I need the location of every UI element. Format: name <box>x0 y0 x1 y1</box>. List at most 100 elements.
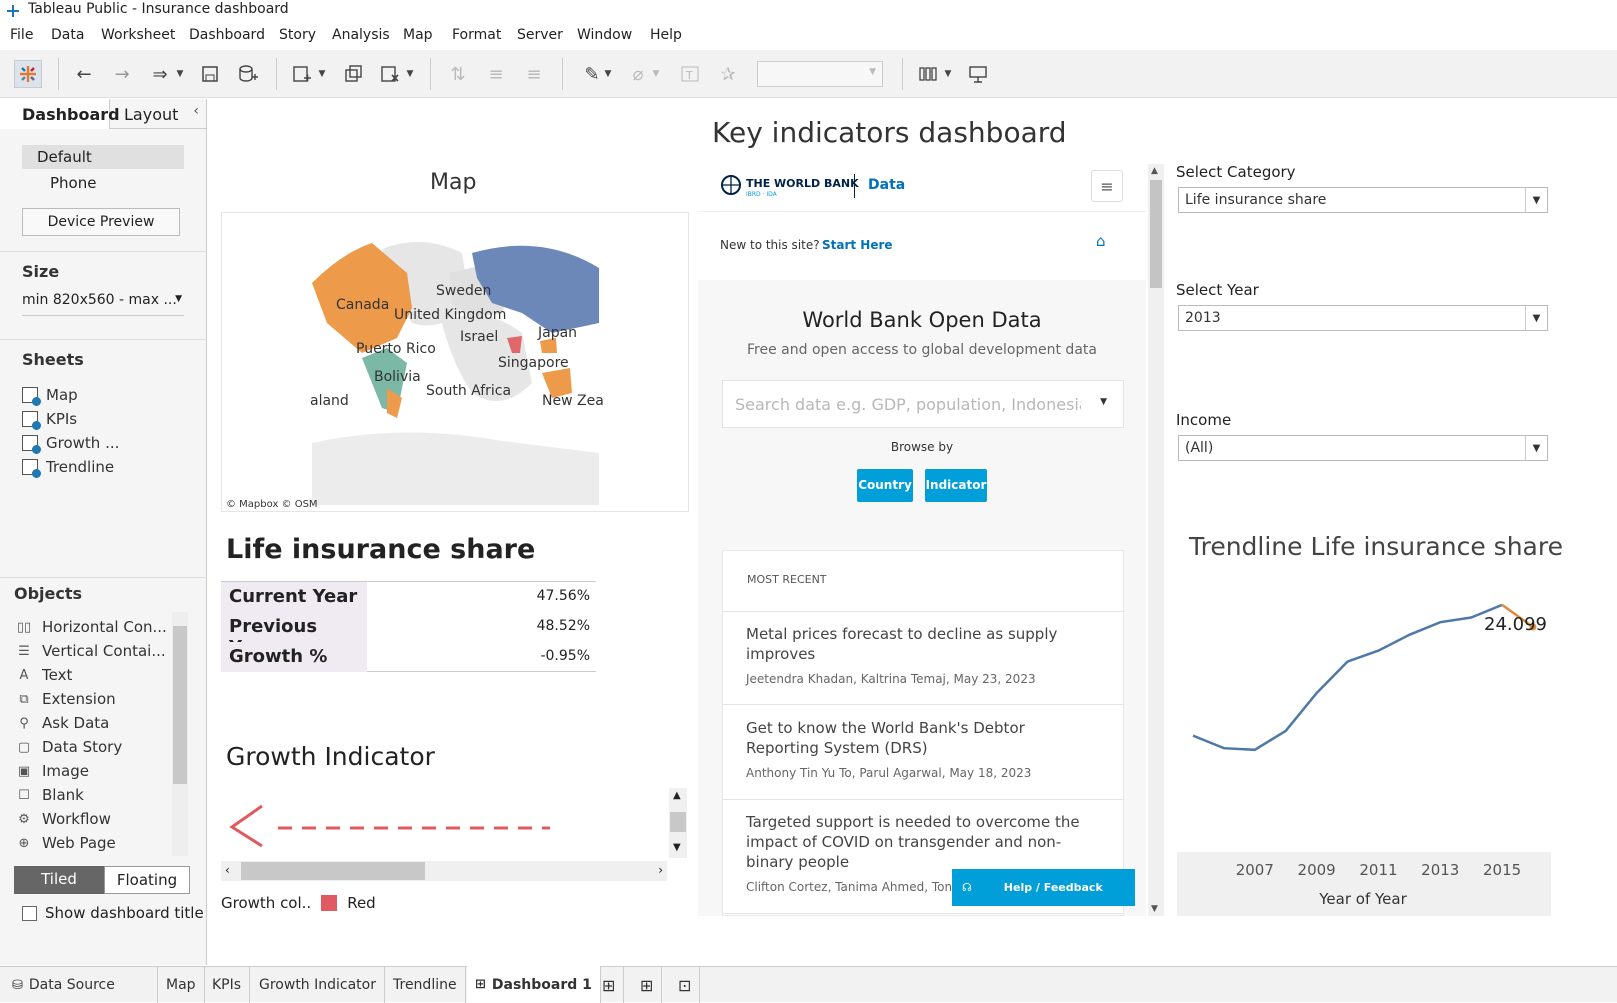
growth-vertical-scrollbar[interactable]: ▲ ▼ <box>669 788 687 858</box>
object-blank[interactable]: ☐ Blank <box>16 786 84 804</box>
wb-search-dropdown-icon[interactable]: ▼ <box>1100 397 1107 407</box>
undo-icon[interactable]: ← <box>70 60 98 88</box>
growth-hscroll-thumb[interactable] <box>241 862 425 880</box>
map-view[interactable]: Sweden Canada United Kingdom Japan Israe… <box>221 212 689 512</box>
menu-dashboard[interactable]: Dashboard <box>189 27 265 43</box>
webpage-scroll-down-icon[interactable]: ▼ <box>1151 904 1158 914</box>
sort-ascending-icon[interactable]: ≡ <box>482 60 510 88</box>
show-cards-icon[interactable] <box>914 60 942 88</box>
menu-data[interactable]: Data <box>51 27 84 43</box>
webpage-scrollbar-thumb[interactable] <box>1150 180 1162 288</box>
growth-horizontal-scrollbar[interactable]: ‹ › <box>221 861 667 881</box>
scroll-right-icon[interactable]: › <box>658 863 663 877</box>
objects-scrollbar-thumb[interactable] <box>173 626 187 784</box>
object-image[interactable]: ▣ Image <box>16 762 89 780</box>
size-dropdown[interactable]: min 820x560 - max ... ▼ <box>22 292 184 316</box>
new-worksheet-tab-icon[interactable]: ⊞ <box>594 967 625 1003</box>
device-default[interactable]: Default <box>22 145 184 169</box>
webpage-scrollbar[interactable]: ▲ ▼ <box>1148 164 1164 916</box>
highlight-dropdown-icon[interactable]: ▼ <box>600 60 616 88</box>
group-dropdown-icon[interactable]: ▼ <box>648 60 664 88</box>
presentation-mode-icon[interactable] <box>964 60 992 88</box>
scroll-up-icon[interactable]: ▲ <box>673 790 681 801</box>
sort-descending-icon[interactable]: ≡ <box>520 60 548 88</box>
new-worksheet-icon[interactable] <box>288 60 316 88</box>
menu-analysis[interactable]: Analysis <box>332 27 390 43</box>
new-datasource-icon[interactable] <box>234 60 262 88</box>
labels-icon[interactable]: T <box>676 60 704 88</box>
show-title-option[interactable]: Show dashboard title <box>22 904 204 922</box>
object-ask-data[interactable]: ⚲ Ask Data <box>16 714 109 732</box>
save-icon[interactable] <box>196 60 224 88</box>
show-title-checkbox[interactable] <box>22 905 37 921</box>
wb-news-title[interactable]: Get to know the World Bank's Debtor Repo… <box>746 718 1100 758</box>
tab-growth-indicator[interactable]: Growth Indicator <box>251 967 385 1003</box>
object-text[interactable]: A Text <box>16 666 73 684</box>
wb-country-button[interactable]: Country <box>857 469 913 502</box>
menu-window[interactable]: Window <box>577 27 632 43</box>
tab-dashboard-1[interactable]: ⊞ Dashboard 1 <box>467 966 601 1003</box>
data-source-tab[interactable]: ⛁ Data Source <box>0 967 158 1003</box>
fit-dropdown[interactable]: ▼ <box>757 61 883 87</box>
object-workflow[interactable]: ⚙ Workflow <box>16 810 111 828</box>
scroll-down-icon[interactable]: ▼ <box>673 842 681 853</box>
object-horizontal-container[interactable]: ▯▯ Horizontal Con... <box>16 618 167 636</box>
webpage-scroll-up-icon[interactable]: ▲ <box>1151 166 1158 176</box>
redo-icon[interactable]: → <box>108 60 136 88</box>
tab-map[interactable]: Map <box>158 967 205 1003</box>
pin-icon[interactable]: ✰ <box>714 60 742 88</box>
objects-scrollbar[interactable] <box>172 612 188 856</box>
device-preview-button[interactable]: Device Preview <box>22 208 180 236</box>
new-dashboard-tab-icon[interactable]: ⊞ <box>632 967 663 1003</box>
sheet-item-trendline[interactable]: Trendline <box>22 458 114 478</box>
sheet-item-map[interactable]: Map <box>22 386 78 406</box>
new-story-tab-icon[interactable]: ⊡ <box>670 967 701 1003</box>
object-data-story[interactable]: ▢ Data Story <box>16 738 122 756</box>
tiled-button[interactable]: Tiled <box>14 866 104 894</box>
collapse-panel-icon[interactable]: ‹ <box>193 103 199 119</box>
wb-news-title[interactable]: Metal prices forecast to decline as supp… <box>746 624 1100 664</box>
income-filter-dropdown[interactable]: (All) ▼ <box>1178 435 1548 461</box>
tab-trendline[interactable]: Trendline <box>385 967 466 1003</box>
wb-help-feedback-button[interactable]: ☊ Help / Feedback <box>952 869 1135 906</box>
duplicate-icon[interactable] <box>340 60 368 88</box>
sheet-item-kpis[interactable]: KPIs <box>22 410 77 430</box>
object-web-page[interactable]: ⊕ Web Page <box>16 834 116 852</box>
replay-icon[interactable]: ⇒ <box>146 60 174 88</box>
menu-format[interactable]: Format <box>452 27 501 43</box>
home-icon[interactable]: ⌂ <box>1096 232 1106 250</box>
object-extension[interactable]: ⧉ Extension <box>16 690 115 708</box>
tab-layout[interactable]: Layout ‹ <box>110 99 207 129</box>
tab-dashboard[interactable]: Dashboard <box>0 99 120 129</box>
menu-help[interactable]: Help <box>650 27 682 43</box>
scroll-left-icon[interactable]: ‹ <box>225 863 230 877</box>
wb-search-box[interactable]: Search data e.g. GDP, population, Indone… <box>722 380 1124 428</box>
object-vertical-container[interactable]: ☰ Vertical Contai... <box>16 642 165 660</box>
menu-worksheet[interactable]: Worksheet <box>101 27 175 43</box>
menu-file[interactable]: File <box>10 27 33 43</box>
show-cards-dropdown-icon[interactable]: ▼ <box>940 60 956 88</box>
tableau-start-icon[interactable] <box>14 60 42 88</box>
year-filter-dropdown[interactable]: 2013 ▼ <box>1178 305 1548 331</box>
menu-server[interactable]: Server <box>517 27 563 43</box>
swap-icon[interactable]: ⇅ <box>444 60 472 88</box>
clear-dropdown-icon[interactable]: ▼ <box>402 60 418 88</box>
hamburger-menu-icon[interactable]: ≡ <box>1091 170 1123 202</box>
tab-kpis[interactable]: KPIs <box>204 967 251 1003</box>
growth-vscroll-thumb[interactable] <box>670 812 686 832</box>
sheet-item-growth[interactable]: Growth ... <box>22 434 119 454</box>
floating-button[interactable]: Floating <box>104 866 190 894</box>
wb-news-item[interactable]: Get to know the World Bank's Debtor Repo… <box>722 706 1124 800</box>
category-filter-dropdown[interactable]: Life insurance share ▼ <box>1178 187 1548 213</box>
wb-start-here-link[interactable]: Start Here <box>822 238 893 252</box>
wb-news-title[interactable]: Targeted support is needed to overcome t… <box>746 812 1100 872</box>
menu-story[interactable]: Story <box>279 27 316 43</box>
wb-data-link[interactable]: Data <box>868 177 905 193</box>
clear-sheet-icon[interactable] <box>376 60 404 88</box>
wb-news-item[interactable]: Metal prices forecast to decline as supp… <box>722 611 1124 705</box>
new-worksheet-dropdown-icon[interactable]: ▼ <box>314 60 330 88</box>
device-phone[interactable]: Phone <box>50 174 96 192</box>
wb-indicator-button[interactable]: Indicator <box>925 469 987 502</box>
replay-dropdown-icon[interactable]: ▼ <box>172 60 188 88</box>
menu-map[interactable]: Map <box>403 27 433 43</box>
